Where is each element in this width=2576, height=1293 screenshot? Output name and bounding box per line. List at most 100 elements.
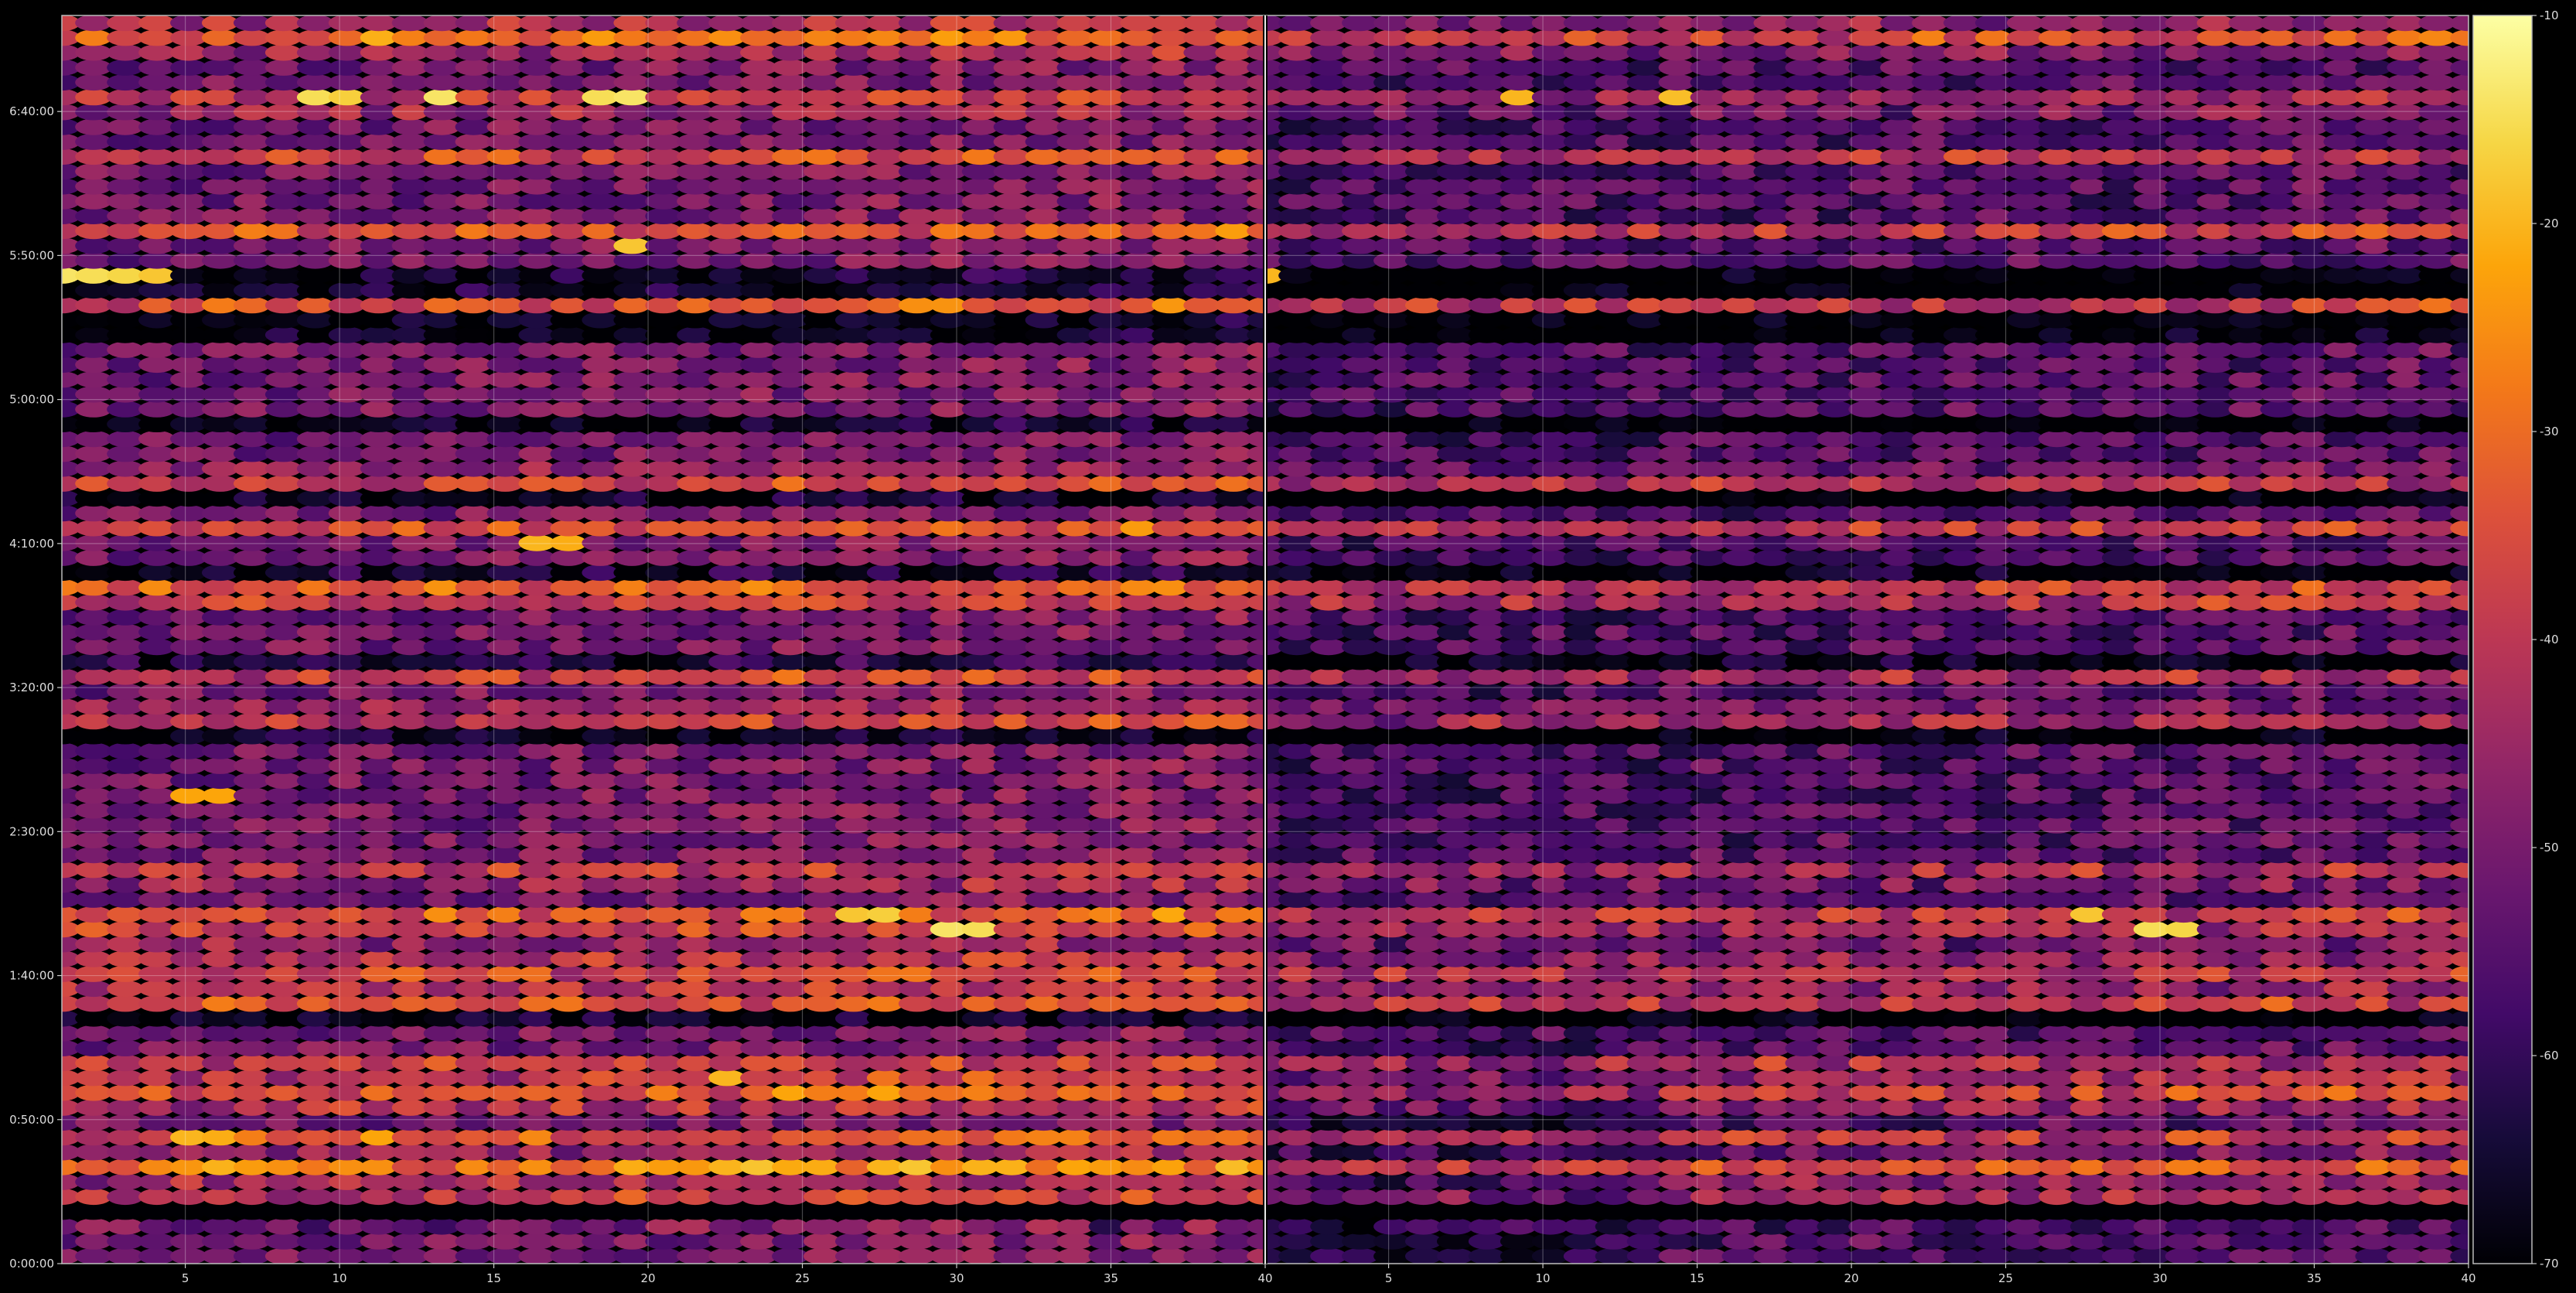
heatmap-cell bbox=[1595, 1084, 1633, 1101]
heatmap-cell bbox=[75, 1218, 112, 1235]
heatmap-cell bbox=[391, 193, 429, 210]
heatmap-cell bbox=[677, 549, 714, 566]
heatmap-cell bbox=[1088, 1247, 1125, 1264]
heatmap-cell bbox=[107, 891, 144, 908]
heatmap-cell bbox=[1880, 1218, 1917, 1235]
heatmap-cell bbox=[961, 728, 999, 745]
heatmap-cell bbox=[740, 237, 777, 254]
heatmap-cell bbox=[1880, 980, 1917, 998]
heatmap-cell bbox=[1025, 950, 1063, 967]
heatmap-cell bbox=[961, 89, 999, 106]
heatmap-cell bbox=[328, 921, 366, 938]
heatmap-cell bbox=[2323, 1188, 2360, 1206]
heatmap-cell bbox=[1025, 891, 1063, 908]
heatmap-cell bbox=[613, 371, 650, 388]
heatmap-cell bbox=[234, 490, 271, 507]
heatmap-cell bbox=[613, 936, 650, 953]
heatmap-cell bbox=[391, 44, 429, 61]
heatmap-cell bbox=[1437, 861, 1474, 878]
heatmap-cell bbox=[107, 148, 144, 165]
heatmap-cell bbox=[582, 817, 619, 834]
heatmap-cell bbox=[961, 252, 999, 269]
heatmap-cell bbox=[234, 118, 271, 135]
heatmap-cell bbox=[1120, 237, 1157, 254]
heatmap-cell bbox=[360, 623, 397, 641]
heatmap-cell bbox=[1120, 742, 1157, 759]
heatmap-cell bbox=[1183, 742, 1220, 759]
heatmap-cell bbox=[1025, 297, 1063, 314]
heatmap-cell bbox=[740, 207, 777, 224]
heatmap-cell bbox=[234, 1233, 271, 1250]
heatmap-cell bbox=[1975, 891, 2012, 908]
heatmap-cell bbox=[1152, 757, 1189, 774]
heatmap-cell bbox=[1342, 1039, 1379, 1056]
heatmap-cell bbox=[835, 1129, 872, 1146]
heatmap-cell bbox=[296, 1055, 334, 1072]
heatmap-cell bbox=[1278, 594, 1315, 611]
heatmap-cell bbox=[1500, 950, 1537, 967]
heatmap-cell bbox=[2133, 995, 2171, 1012]
heatmap-cell bbox=[1183, 995, 1220, 1012]
heatmap-cell bbox=[1183, 505, 1220, 522]
heatmap-cell bbox=[360, 831, 397, 848]
heatmap-cell bbox=[234, 1129, 271, 1146]
heatmap-cell bbox=[835, 876, 872, 893]
heatmap-cell bbox=[455, 698, 492, 715]
heatmap-cell bbox=[2260, 713, 2297, 730]
heatmap-cell bbox=[170, 1173, 207, 1190]
heatmap-cell bbox=[1563, 876, 1601, 893]
heatmap-cell bbox=[170, 73, 207, 91]
heatmap-cell bbox=[582, 1173, 619, 1190]
heatmap-cell bbox=[740, 29, 777, 46]
heatmap-cell bbox=[930, 698, 967, 715]
heatmap-cell bbox=[2323, 1203, 2360, 1220]
heatmap-cell bbox=[2101, 1099, 2139, 1116]
heatmap-cell bbox=[423, 549, 461, 566]
heatmap-cell bbox=[1626, 1099, 1664, 1116]
heatmap-cell bbox=[677, 653, 714, 670]
heatmap-cell bbox=[1405, 921, 1442, 938]
heatmap-cell bbox=[328, 178, 366, 195]
heatmap-cell bbox=[360, 356, 397, 374]
heatmap-cell bbox=[455, 1114, 492, 1131]
heatmap-cell bbox=[1721, 1129, 1759, 1146]
heatmap-cell bbox=[202, 89, 239, 106]
heatmap-cell bbox=[1310, 683, 1347, 700]
heatmap-cell bbox=[1183, 549, 1220, 566]
heatmap-cell bbox=[1120, 653, 1157, 670]
heatmap-cell bbox=[1785, 1129, 1822, 1146]
heatmap-cell bbox=[1658, 698, 1695, 715]
heatmap-cell bbox=[708, 281, 746, 299]
heatmap-cell bbox=[1056, 1144, 1094, 1161]
heatmap-cell bbox=[1817, 623, 1854, 641]
heatmap-cell bbox=[1880, 757, 1917, 774]
heatmap-cell bbox=[1120, 490, 1157, 507]
heatmap-cell bbox=[170, 326, 207, 343]
heatmap-cell bbox=[2387, 668, 2424, 685]
heatmap-cell bbox=[296, 1158, 334, 1175]
heatmap-cell bbox=[75, 1055, 112, 1072]
heatmap-cell bbox=[708, 742, 746, 759]
heatmap-cell bbox=[1531, 1070, 1569, 1087]
heatmap-cell bbox=[1373, 921, 1411, 938]
heatmap-cell bbox=[740, 668, 777, 685]
heatmap-cell bbox=[1215, 847, 1252, 864]
heatmap-cell bbox=[1563, 950, 1601, 967]
heatmap-cell bbox=[296, 623, 334, 641]
heatmap-cell bbox=[1088, 906, 1126, 923]
heatmap-cell bbox=[1152, 104, 1189, 121]
heatmap-cell bbox=[1626, 668, 1664, 685]
heatmap-cell bbox=[1120, 505, 1157, 522]
heatmap-cell bbox=[804, 104, 841, 121]
heatmap-cell bbox=[455, 713, 492, 730]
heatmap-cell bbox=[1025, 742, 1063, 759]
heatmap-cell bbox=[1088, 876, 1126, 893]
heatmap-cell bbox=[866, 44, 904, 61]
heatmap-cell bbox=[708, 1055, 746, 1072]
heatmap-cell bbox=[550, 653, 587, 670]
heatmap-cell bbox=[613, 431, 650, 448]
heatmap-cell bbox=[1563, 772, 1601, 790]
heatmap-cell bbox=[1468, 713, 1506, 730]
heatmap-cell bbox=[1753, 787, 1790, 804]
heatmap-cell bbox=[107, 415, 144, 433]
